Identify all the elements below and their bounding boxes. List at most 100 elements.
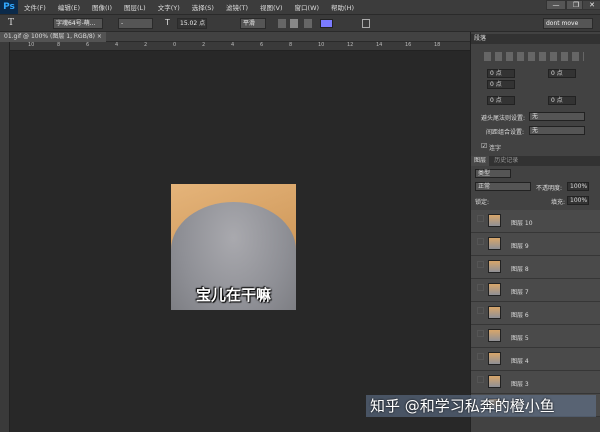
options-bar: T 字魂64号-萌... - T 15.02 点 平滑 dont move	[0, 14, 600, 32]
layer-row[interactable]: 图层 6	[471, 302, 600, 325]
opacity-field[interactable]: 100%	[567, 182, 589, 191]
document-tab[interactable]: 01.gif @ 100% (图层 1, RGB/8) ×	[0, 32, 106, 42]
ruler-tick: 6	[260, 42, 264, 48]
visibility-toggle[interactable]	[477, 261, 484, 268]
ruler-tick: 14	[376, 42, 383, 48]
document-image[interactable]: 宝儿在干嘛	[171, 184, 296, 310]
indent-first-line-field[interactable]: 0 点	[487, 80, 515, 89]
layer-row[interactable]: 图层 7	[471, 279, 600, 302]
layer-thumbnail	[488, 306, 501, 319]
ruler-tick: 2	[202, 42, 206, 48]
layer-name: 图层 4	[511, 358, 529, 365]
panel-toggle-icon[interactable]	[362, 19, 370, 28]
ruler-tick: 10	[318, 42, 325, 48]
visibility-toggle[interactable]	[477, 353, 484, 360]
font-size-field[interactable]: 15.02 点	[177, 18, 207, 29]
layer-name: 图层 9	[511, 243, 529, 250]
close-tab-icon[interactable]: ×	[97, 32, 102, 42]
visibility-toggle[interactable]	[477, 215, 484, 222]
text-color-swatch[interactable]	[320, 19, 333, 28]
kinsoku-select[interactable]: 无	[529, 112, 585, 121]
space-before-field[interactable]: 0 点	[487, 96, 515, 105]
menu-edit[interactable]: 编辑(E)	[52, 2, 86, 12]
menu-window[interactable]: 窗口(W)	[289, 2, 326, 12]
paragraph-tab-label: 段落	[474, 35, 487, 42]
hyphenate-checkbox[interactable]: ☑	[481, 142, 487, 150]
layer-name: 图层 5	[511, 335, 529, 342]
layer-row[interactable]: 图层 4	[471, 348, 600, 371]
layer-thumbnail	[488, 260, 501, 273]
ruler-tick: 0	[173, 42, 177, 48]
layer-thumbnail	[488, 352, 501, 365]
right-panels: 段落 0 点 0 点 0 点 0 点 0 点 避头尾法则设置: 无 间距组合设置…	[470, 32, 600, 432]
font-size-icon: T	[165, 18, 170, 27]
document-tab-label: 01.gif @ 100% (图层 1, RGB/8)	[4, 33, 95, 40]
visibility-toggle[interactable]	[477, 284, 484, 291]
close-button[interactable]: ✕	[582, 0, 600, 10]
hyphenate-label: 连字	[489, 145, 502, 152]
space-after-field[interactable]: 0 点	[548, 96, 576, 105]
ruler-tick: 8	[57, 42, 61, 48]
ruler-tick: 16	[405, 42, 412, 48]
tab-history[interactable]: 历史记录	[491, 156, 521, 166]
menu-filter[interactable]: 滤镜(T)	[220, 2, 254, 12]
antialias-select[interactable]: 平滑	[240, 18, 266, 29]
layer-thumbnail	[488, 283, 501, 296]
menu-image[interactable]: 图像(I)	[86, 2, 118, 12]
kinsoku-label: 避头尾法则设置:	[481, 115, 526, 122]
menu-help[interactable]: 帮助(H)	[325, 2, 360, 12]
layer-row[interactable]: 图层 9	[471, 233, 600, 256]
document-tabs: 01.gif @ 100% (图层 1, RGB/8) ×	[0, 32, 470, 42]
layer-thumbnail	[488, 375, 501, 388]
menu-type[interactable]: 文字(Y)	[152, 2, 186, 12]
paragraph-panel-tab[interactable]: 段落	[471, 34, 600, 44]
watermark: 知乎 @和学习私奔的橙小鱼	[366, 395, 596, 417]
layer-filter-select[interactable]: 类型	[475, 169, 511, 178]
layer-thumbnail	[488, 329, 501, 342]
paragraph-align-buttons[interactable]	[484, 52, 584, 61]
ruler-tick: 2	[144, 42, 148, 48]
menu-layer[interactable]: 图层(L)	[118, 2, 152, 12]
menu-view[interactable]: 视图(V)	[254, 2, 289, 12]
layer-thumbnail	[488, 214, 501, 227]
layer-name: 图层 7	[511, 289, 529, 296]
tab-layers[interactable]: 图层	[471, 156, 490, 166]
font-family-select[interactable]: 字魂64号-萌...	[53, 18, 103, 29]
fill-field[interactable]: 100%	[567, 196, 589, 205]
font-style-select[interactable]: -	[118, 18, 153, 29]
lock-label: 锁定:	[475, 199, 490, 206]
layer-row[interactable]: 图层 5	[471, 325, 600, 348]
align-right-button[interactable]	[304, 19, 312, 28]
menu-select[interactable]: 选择(S)	[186, 2, 220, 12]
blend-mode-select[interactable]: 正常	[475, 182, 531, 191]
layer-row[interactable]: 图层 3	[471, 371, 600, 394]
ruler-left	[0, 42, 10, 432]
menu-file[interactable]: 文件(F)	[18, 2, 52, 12]
visibility-toggle[interactable]	[477, 307, 484, 314]
visibility-toggle[interactable]	[477, 238, 484, 245]
indent-right-field[interactable]: 0 点	[548, 69, 576, 78]
ruler-tick: 4	[231, 42, 235, 48]
visibility-toggle[interactable]	[477, 330, 484, 337]
layer-row[interactable]: 图层 10	[471, 210, 600, 233]
align-center-button[interactable]	[290, 19, 298, 28]
image-caption: 宝儿在干嘛	[195, 286, 271, 304]
type-tool-icon[interactable]: T	[8, 18, 14, 28]
layer-name: 图层 8	[511, 266, 529, 273]
ruler-tick: 18	[434, 42, 441, 48]
ruler-top: 10 8 6 4 2 0 2 4 6 8 10 12 14 16 18	[10, 42, 470, 51]
align-left-button[interactable]	[278, 19, 286, 28]
fill-label: 填充:	[551, 199, 566, 206]
menu-bar: Ps 文件(F) 编辑(E) 图像(I) 图层(L) 文字(Y) 选择(S) 滤…	[0, 0, 600, 14]
indent-left-field[interactable]: 0 点	[487, 69, 515, 78]
layer-row[interactable]: 图层 8	[471, 256, 600, 279]
ruler-tick: 12	[347, 42, 354, 48]
photoshop-logo: Ps	[0, 0, 18, 14]
visibility-toggle[interactable]	[477, 376, 484, 383]
minimize-button[interactable]: —	[546, 0, 566, 10]
mojikumi-select[interactable]: 无	[529, 126, 585, 135]
opacity-label: 不透明度:	[536, 185, 563, 192]
layer-name: 图层 10	[511, 220, 533, 227]
layer-name: 图层 3	[511, 381, 529, 388]
workspace-select[interactable]: dont move	[543, 18, 593, 29]
